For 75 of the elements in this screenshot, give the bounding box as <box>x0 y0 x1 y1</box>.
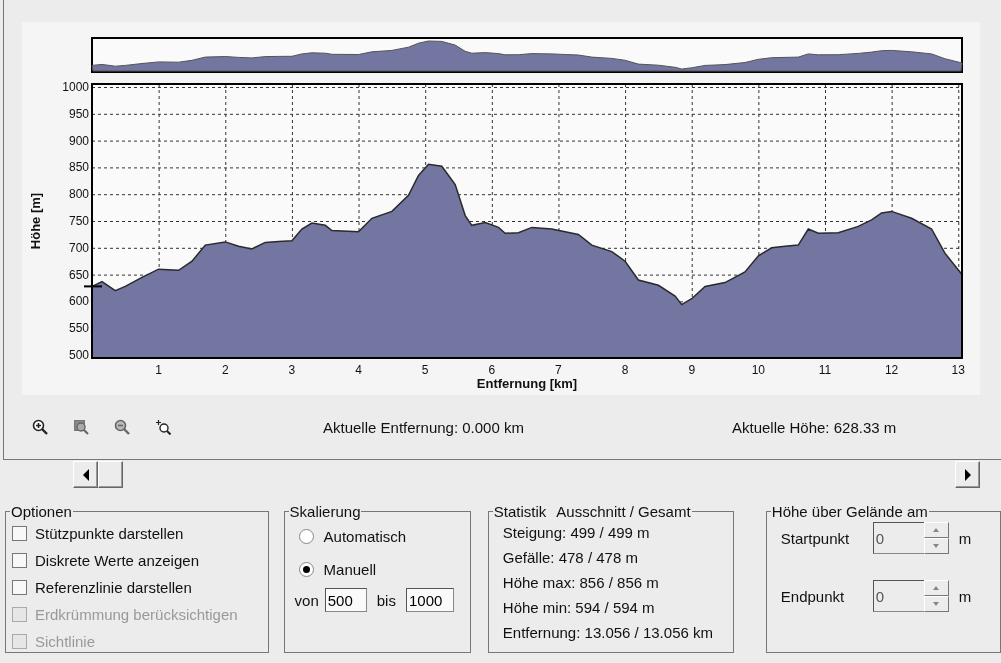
axis-tick-label: 1000 <box>62 80 89 94</box>
group-title: Skalierung <box>289 503 361 520</box>
field-label: von <box>294 591 319 609</box>
statistic-text: Steigung: 499 / 499 m <box>502 523 651 543</box>
zoom-in-icon <box>32 419 48 435</box>
triangle-up-icon <box>933 586 940 590</box>
field-label: bis <box>376 591 396 609</box>
radio-label: Automatisch <box>323 528 407 545</box>
axis-tick-label: 600 <box>68 294 89 309</box>
axis-tick-label: 8 <box>621 363 629 377</box>
axis-tick-label: 750 <box>68 214 89 228</box>
group-subtitle: Ausschnitt / Gesamt <box>556 503 691 520</box>
group-title: Höhe über Gelände am <box>771 503 928 520</box>
x-axis-label: Entfernung [km] <box>476 376 578 391</box>
statistic-text: Höhe min: 594 / 594 m <box>502 598 656 618</box>
axis-tick-label: 850 <box>68 160 89 175</box>
axis-tick-label: 10 <box>751 363 766 377</box>
zoom-button[interactable] <box>153 417 173 437</box>
field-label: Endpunkt <box>780 587 846 605</box>
statistic-text: Gefälle: 478 / 478 m <box>502 548 639 568</box>
axis-tick-label: 550 <box>68 321 89 336</box>
checkbox-label: Diskrete Werte anzeigen <box>35 552 199 569</box>
field-label: Startpunkt <box>780 529 851 547</box>
triangle-down-icon <box>933 602 940 606</box>
axis-tick-label: 13 <box>951 363 965 377</box>
zoom-area-icon <box>73 419 89 435</box>
axis-tick-label: 9 <box>688 363 696 377</box>
triangle-up-icon <box>933 528 940 532</box>
axis-tick-label: 1 <box>155 363 162 377</box>
checkbox[interactable] <box>12 553 27 568</box>
axis-tick-label: 3 <box>288 363 296 377</box>
distance-readout: Aktuelle Entfernung: 0.000 km <box>323 418 524 436</box>
zoom-button[interactable] <box>30 417 50 437</box>
group-title: Statistik <box>493 503 547 520</box>
statistic-text: Entfernung: 13.056 / 13.056 km <box>502 623 714 643</box>
axis-tick-label: 11 <box>818 363 832 377</box>
spin-field: 0 <box>872 580 927 612</box>
magnifier-plus-icon <box>155 419 171 435</box>
from-field[interactable]: 500 <box>324 588 367 612</box>
triangle-left-icon <box>82 468 89 481</box>
checkbox[interactable] <box>12 526 27 541</box>
axis-tick-label: 7 <box>555 363 562 377</box>
scrollbar-thumb[interactable] <box>98 461 123 488</box>
radio-button[interactable] <box>298 562 314 577</box>
checkbox-label: Erdkrümmung berücksichtigen <box>35 606 238 623</box>
checkbox-label: Referenzlinie darstellen <box>35 579 192 596</box>
checkbox-label: Stützpunkte darstellen <box>35 525 184 542</box>
unit-label: m <box>958 529 972 547</box>
unit-label: m <box>958 587 972 605</box>
zoom-out-icon <box>114 419 130 435</box>
statistic-text: Höhe max: 856 / 856 m <box>502 573 660 593</box>
y-axis-label: Höhe [m] <box>28 192 43 250</box>
axis-tick-label: 950 <box>68 106 89 121</box>
axis-tick-label: 700 <box>68 240 89 255</box>
checkbox-label: Sichtlinie <box>35 633 96 650</box>
axis-tick-label: 5 <box>421 363 429 377</box>
triangle-down-icon <box>933 544 940 548</box>
spin-field: 0 <box>872 522 927 554</box>
axis-tick-label: 800 <box>68 187 89 202</box>
scroll-right-button[interactable] <box>955 461 980 488</box>
axis-tick-label: 6 <box>488 363 496 377</box>
triangle-right-icon <box>964 468 971 481</box>
axis-tick-label: 900 <box>68 133 89 148</box>
radio-button[interactable] <box>298 529 314 544</box>
axis-tick-label: 650 <box>68 267 89 282</box>
to-field[interactable]: 1000 <box>405 588 454 612</box>
checkbox[interactable] <box>12 580 27 595</box>
height-readout: Aktuelle Höhe: 628.33 m <box>731 418 897 436</box>
group-title: Optionen <box>11 503 72 520</box>
axis-tick-label: 4 <box>355 363 362 377</box>
axis-tick-label: 500 <box>68 348 89 362</box>
axis-tick-label: 2 <box>221 363 229 377</box>
scroll-left-button[interactable] <box>73 461 98 488</box>
axis-tick-label: 12 <box>884 363 899 377</box>
radio-label: Manuell <box>323 561 377 578</box>
